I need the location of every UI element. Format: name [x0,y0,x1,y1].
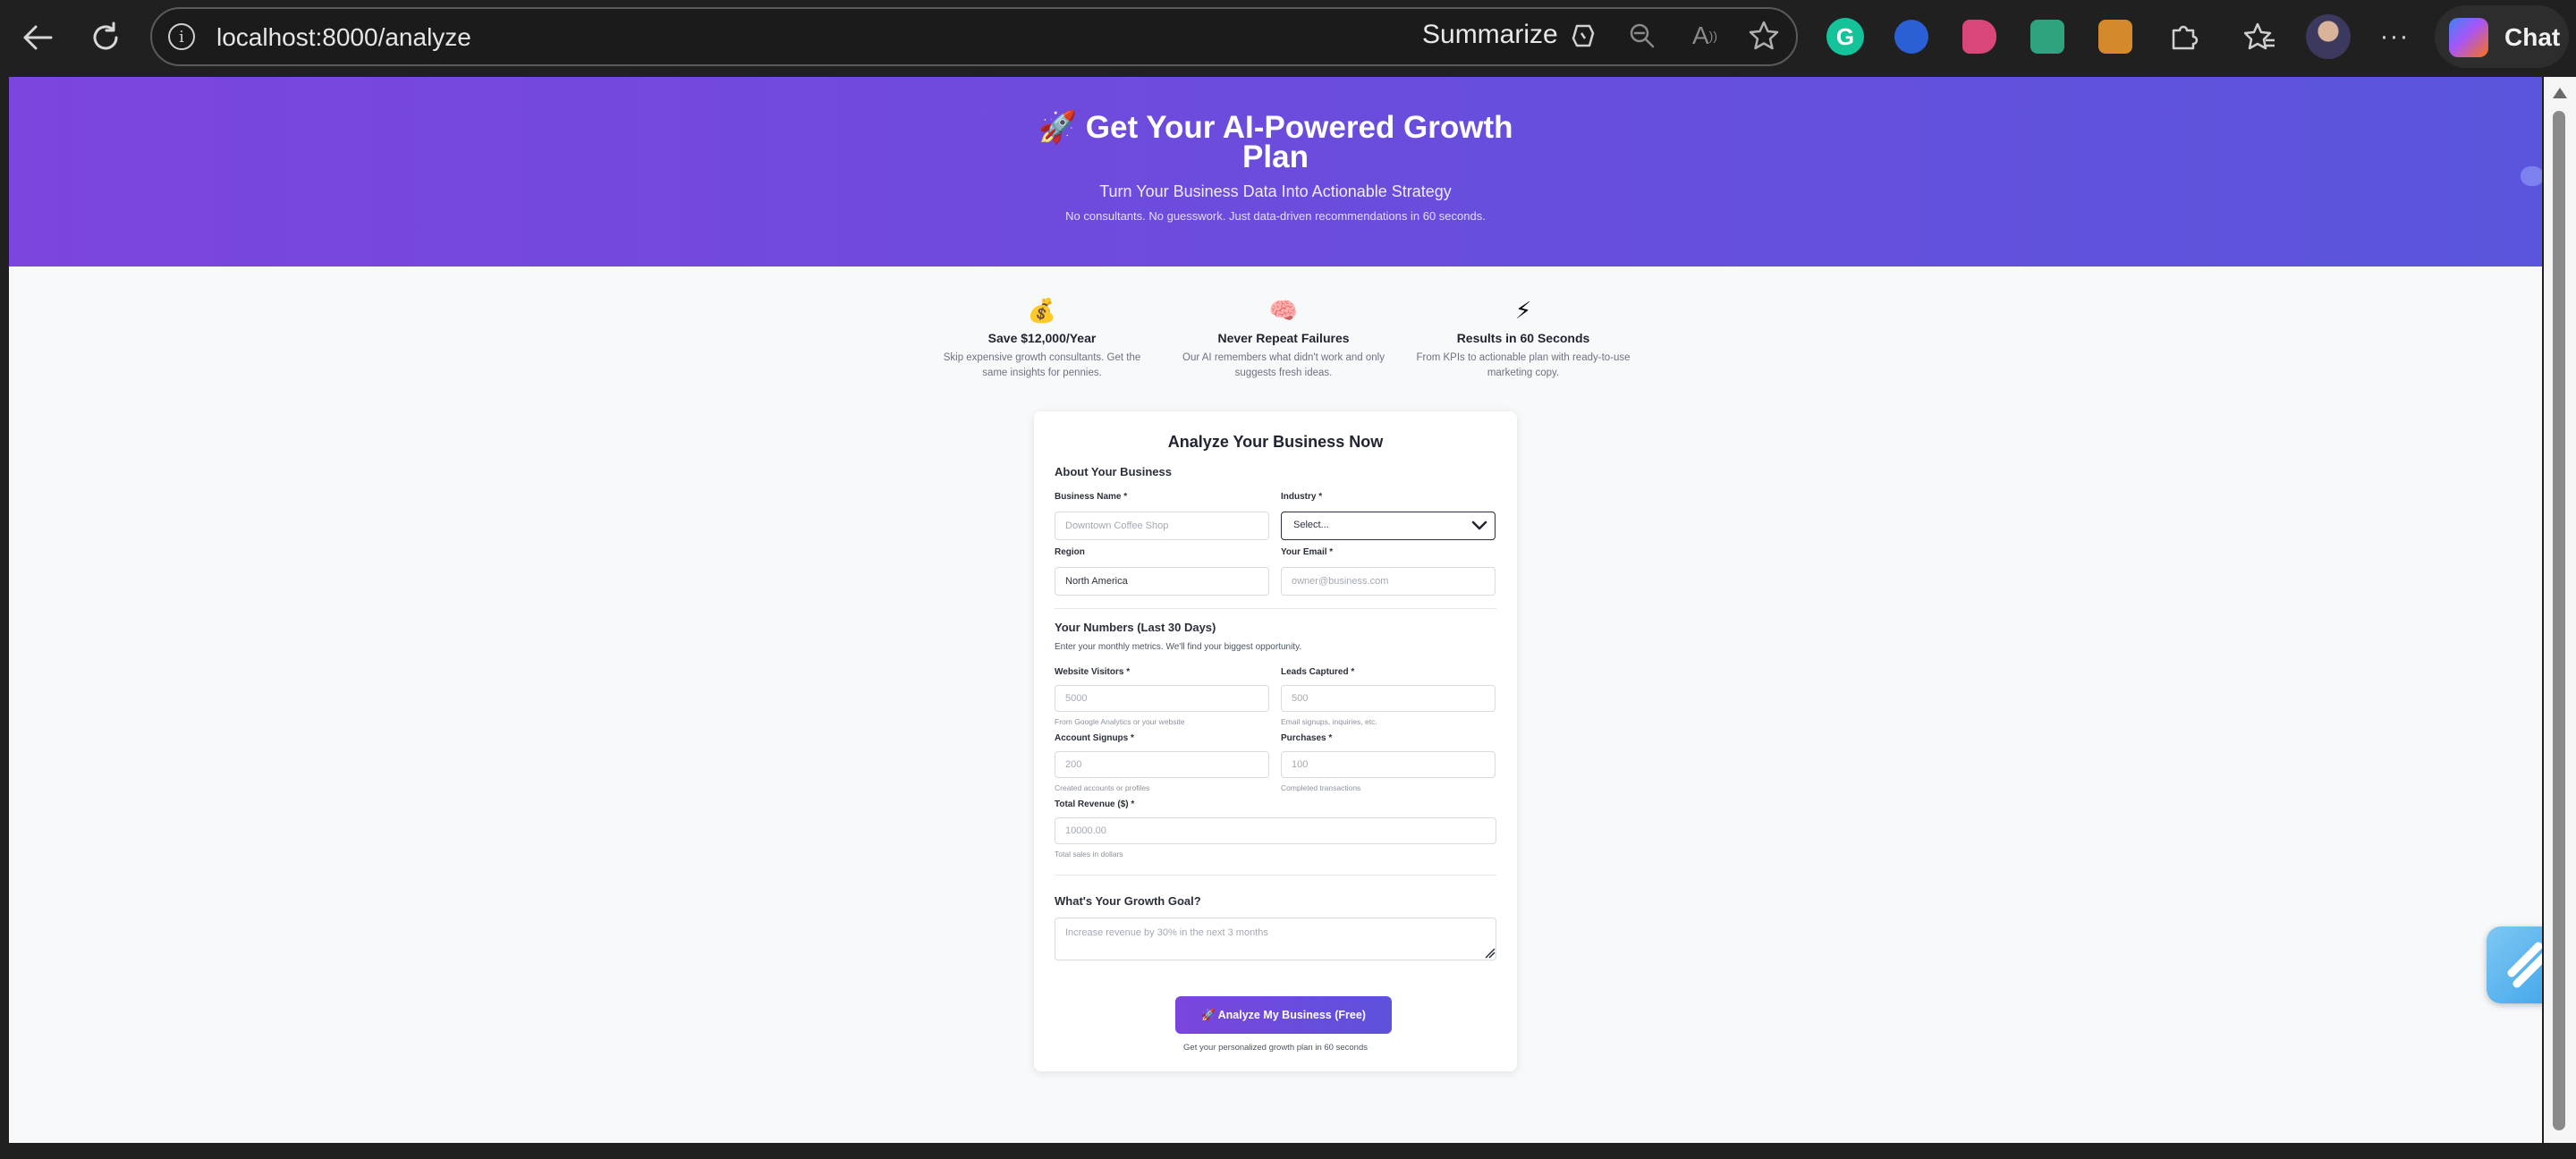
rocket-icon: 🚀 [1038,110,1078,145]
region-label: Region [1055,547,1085,557]
industry-selected-value: Select... [1293,520,1329,530]
website-visitors-label: Website Visitors * [1055,667,1131,677]
copilot-icon[interactable] [1567,20,1599,52]
industry-select[interactable]: Select... [1281,512,1496,540]
read-aloud-icon[interactable]: A)) [1687,20,1723,52]
chat-button[interactable]: Chat [2435,5,2569,68]
purchases-hint: Completed transactions [1281,783,1361,792]
money-bag-icon: 💰 [1027,297,1057,324]
resize-grip-icon[interactable] [1485,948,1496,959]
account-signups-input[interactable] [1055,751,1269,778]
floating-assistant-icon[interactable] [2487,926,2542,1003]
copilot-logo-icon [2449,18,2488,57]
page-scrollbar[interactable] [2544,77,2576,1143]
numbers-section-note: Enter your monthly metrics. We'll find y… [1055,642,1302,652]
summarize-button[interactable]: Summarize [1422,20,1558,50]
back-icon[interactable] [18,18,57,57]
hero-title-text: Get Your AI-Powered Growth Plan [1085,110,1513,174]
refresh-icon[interactable] [86,18,125,57]
favorite-star-icon[interactable] [1746,18,1782,54]
extensions-puzzle-icon[interactable] [2165,18,2202,55]
total-revenue-label: Total Revenue ($) * [1055,799,1135,809]
feature-speed: ⚡ Results in 60 Seconds From KPIs to act… [1411,297,1635,381]
chatgpt-extension-icon[interactable] [2030,20,2064,54]
form-title: Analyze Your Business Now [1167,433,1384,451]
bird-extension-icon[interactable] [1894,20,1928,54]
business-name-input[interactable] [1055,512,1269,540]
favorites-icon[interactable] [2241,18,2279,55]
region-input[interactable] [1055,567,1269,596]
leads-captured-hint: Email signups, inquiries, etc. [1281,717,1377,726]
email-input[interactable] [1281,567,1496,596]
hero-banner: 🚀 Get Your AI-Powered Growth Plan Turn Y… [9,77,2542,266]
feature-savings: 💰 Save $12,000/Year Skip expensive growt… [930,297,1154,381]
window-bottom-edge [0,1143,2576,1159]
hero-subtitle: Turn Your Business Data Into Actionable … [1099,182,1452,200]
video-extension-icon[interactable] [1962,20,1996,54]
scrollbar-thumb[interactable] [2553,111,2565,1130]
purchases-label: Purchases * [1281,733,1333,743]
email-label: Your Email * [1281,547,1334,557]
analyze-form-card: Analyze Your Business Now About Your Bus… [1034,411,1517,1071]
numbers-section-heading: Your Numbers (Last 30 Days) [1055,621,1216,634]
url-text[interactable]: localhost:8000/analyze [216,23,471,52]
more-icon[interactable]: ··· [2376,18,2413,55]
section-divider [1055,608,1496,609]
leads-captured-input[interactable] [1281,685,1496,712]
submit-note: Get your personalized growth plan in 60 … [1183,1043,1368,1053]
scroll-up-arrow-icon[interactable] [2553,88,2567,98]
growth-goal-heading: What's Your Growth Goal? [1055,894,1201,908]
growth-goal-textarea[interactable] [1055,918,1496,960]
lightning-icon: ⚡ [1514,297,1532,324]
purchases-input[interactable] [1281,751,1496,778]
feature-description: From KPIs to actionable plan with ready-… [1416,352,1631,378]
chat-label: Chat [2504,23,2561,51]
reader-extension-icon[interactable] [2098,20,2132,54]
hero-tagline: No consultants. No guesswork. Just data-… [1065,209,1486,223]
account-signups-label: Account Signups * [1055,733,1134,743]
hero-title: 🚀 Get Your AI-Powered Growth Plan [1034,110,1517,174]
feature-title: Save $12,000/Year [987,331,1097,345]
account-signups-hint: Created accounts or profiles [1055,783,1150,792]
business-name-label: Business Name * [1055,492,1128,502]
analyze-submit-button[interactable]: 🚀 Analyze My Business (Free) [1175,996,1392,1034]
total-revenue-input[interactable] [1055,817,1496,844]
page-viewport: 🚀 Get Your AI-Powered Growth Plan Turn Y… [9,77,2542,1143]
profile-avatar[interactable] [2306,14,2351,59]
total-revenue-hint: Total sales in dollars [1055,850,1123,859]
leads-captured-label: Leads Captured * [1281,667,1355,677]
side-panel-handle[interactable] [2521,166,2542,186]
feature-title: Results in 60 Seconds [1456,331,1590,345]
feature-description: Our AI remembers what didn't work and on… [1182,352,1385,378]
feature-title: Never Repeat Failures [1217,331,1350,345]
chevron-down-icon [1471,520,1487,530]
section-divider [1055,875,1496,876]
feature-memory: 🧠 Never Repeat Failures Our AI remembers… [1172,297,1395,381]
browser-toolbar: i localhost:8000/analyze Summarize A)) G… [0,0,2576,75]
industry-label: Industry * [1281,492,1323,502]
about-section-heading: About Your Business [1055,465,1172,478]
feature-description: Skip expensive growth consultants. Get t… [943,352,1141,378]
zoom-out-icon[interactable] [1626,20,1658,52]
info-icon[interactable]: i [168,23,195,50]
grammarly-icon[interactable]: G [1826,18,1864,55]
website-visitors-input[interactable] [1055,685,1269,712]
website-visitors-hint: From Google Analytics or your website [1055,717,1185,726]
brain-icon: 🧠 [1268,297,1299,324]
